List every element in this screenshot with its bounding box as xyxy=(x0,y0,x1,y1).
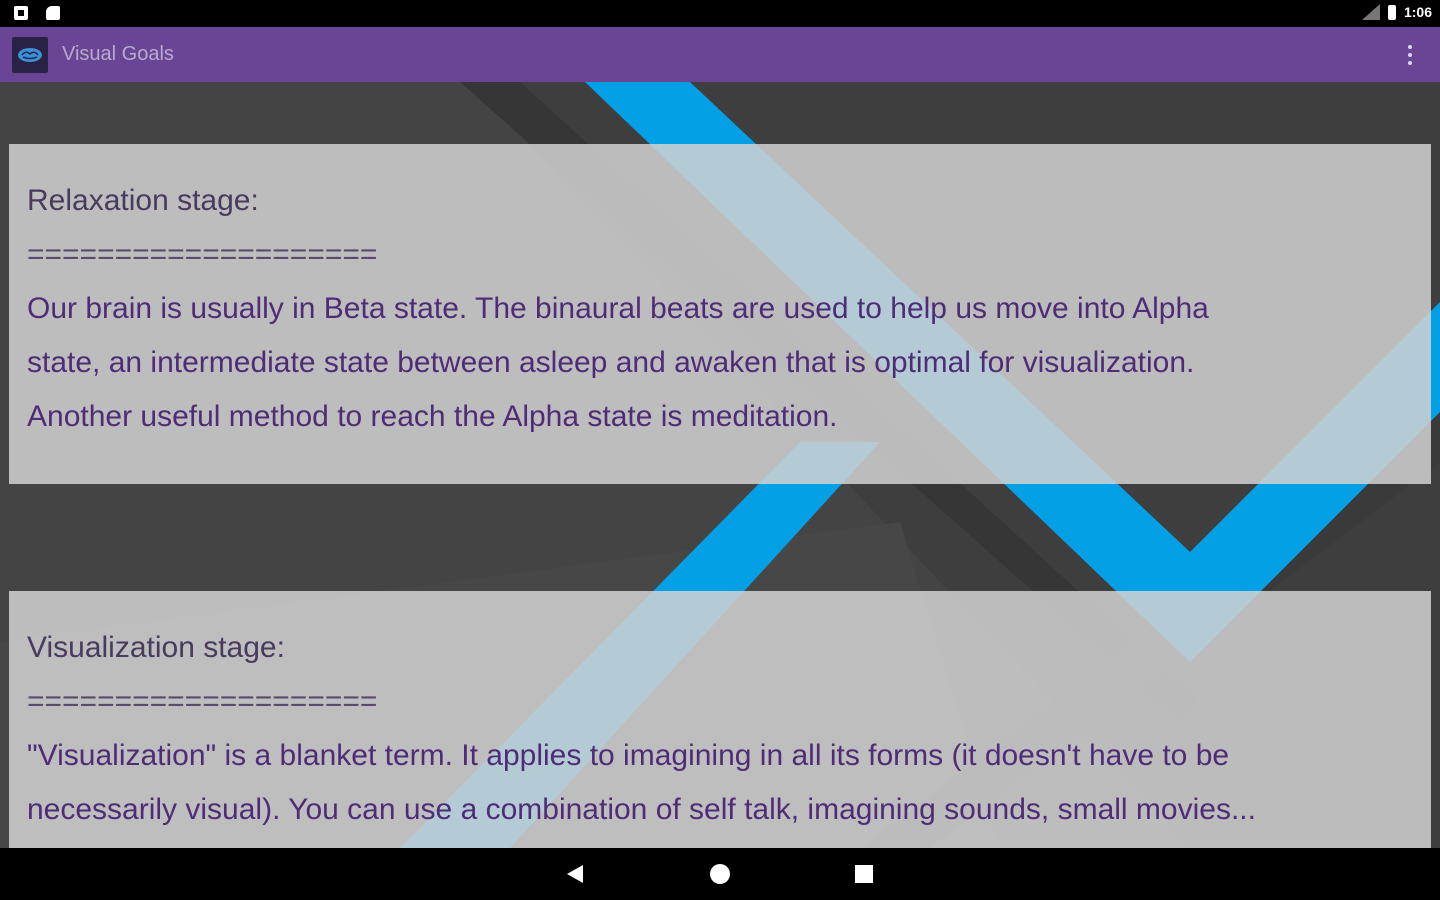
app-screen: 1:06 Visual Goals Relaxation stage: ====… xyxy=(0,0,1440,900)
signal-icon xyxy=(1361,4,1380,20)
recents-square-icon[interactable] xyxy=(855,865,873,883)
brain-icon xyxy=(12,37,48,73)
card-body-line: Another useful method to reach the Alpha… xyxy=(27,400,838,433)
card-body-line: state, an intermediate state between asl… xyxy=(27,346,1195,379)
relaxation-stage-card: Relaxation stage: ==================== O… xyxy=(9,144,1431,484)
system-nav-bar xyxy=(0,848,1440,900)
app-title: Visual Goals xyxy=(62,43,174,65)
status-time: 1:06 xyxy=(1403,4,1432,20)
card-body-line: necessarily visual). You can use a combi… xyxy=(27,793,1256,826)
card-divider: ==================== xyxy=(27,685,378,718)
status-bar: 1:06 xyxy=(0,0,1440,27)
status-notifications xyxy=(14,6,60,20)
card-heading: Relaxation stage: xyxy=(27,184,259,217)
sd-card-icon xyxy=(46,6,60,20)
home-circle-icon[interactable] xyxy=(710,864,730,884)
back-triangle-icon[interactable] xyxy=(567,865,583,883)
card-body-line: Our brain is usually in Beta state. The … xyxy=(27,292,1209,325)
app-toolbar: Visual Goals xyxy=(0,27,1440,82)
card-divider: ==================== xyxy=(27,238,378,271)
overflow-menu-icon[interactable] xyxy=(1404,43,1416,67)
battery-icon xyxy=(1387,4,1396,20)
card-heading: Visualization stage: xyxy=(27,631,285,664)
visualization-stage-card: Visualization stage: ===================… xyxy=(9,591,1431,851)
status-indicators: 1:06 xyxy=(1361,4,1432,20)
card-body-line: "Visualization" is a blanket term. It ap… xyxy=(27,739,1230,772)
notification-icon xyxy=(14,6,28,20)
